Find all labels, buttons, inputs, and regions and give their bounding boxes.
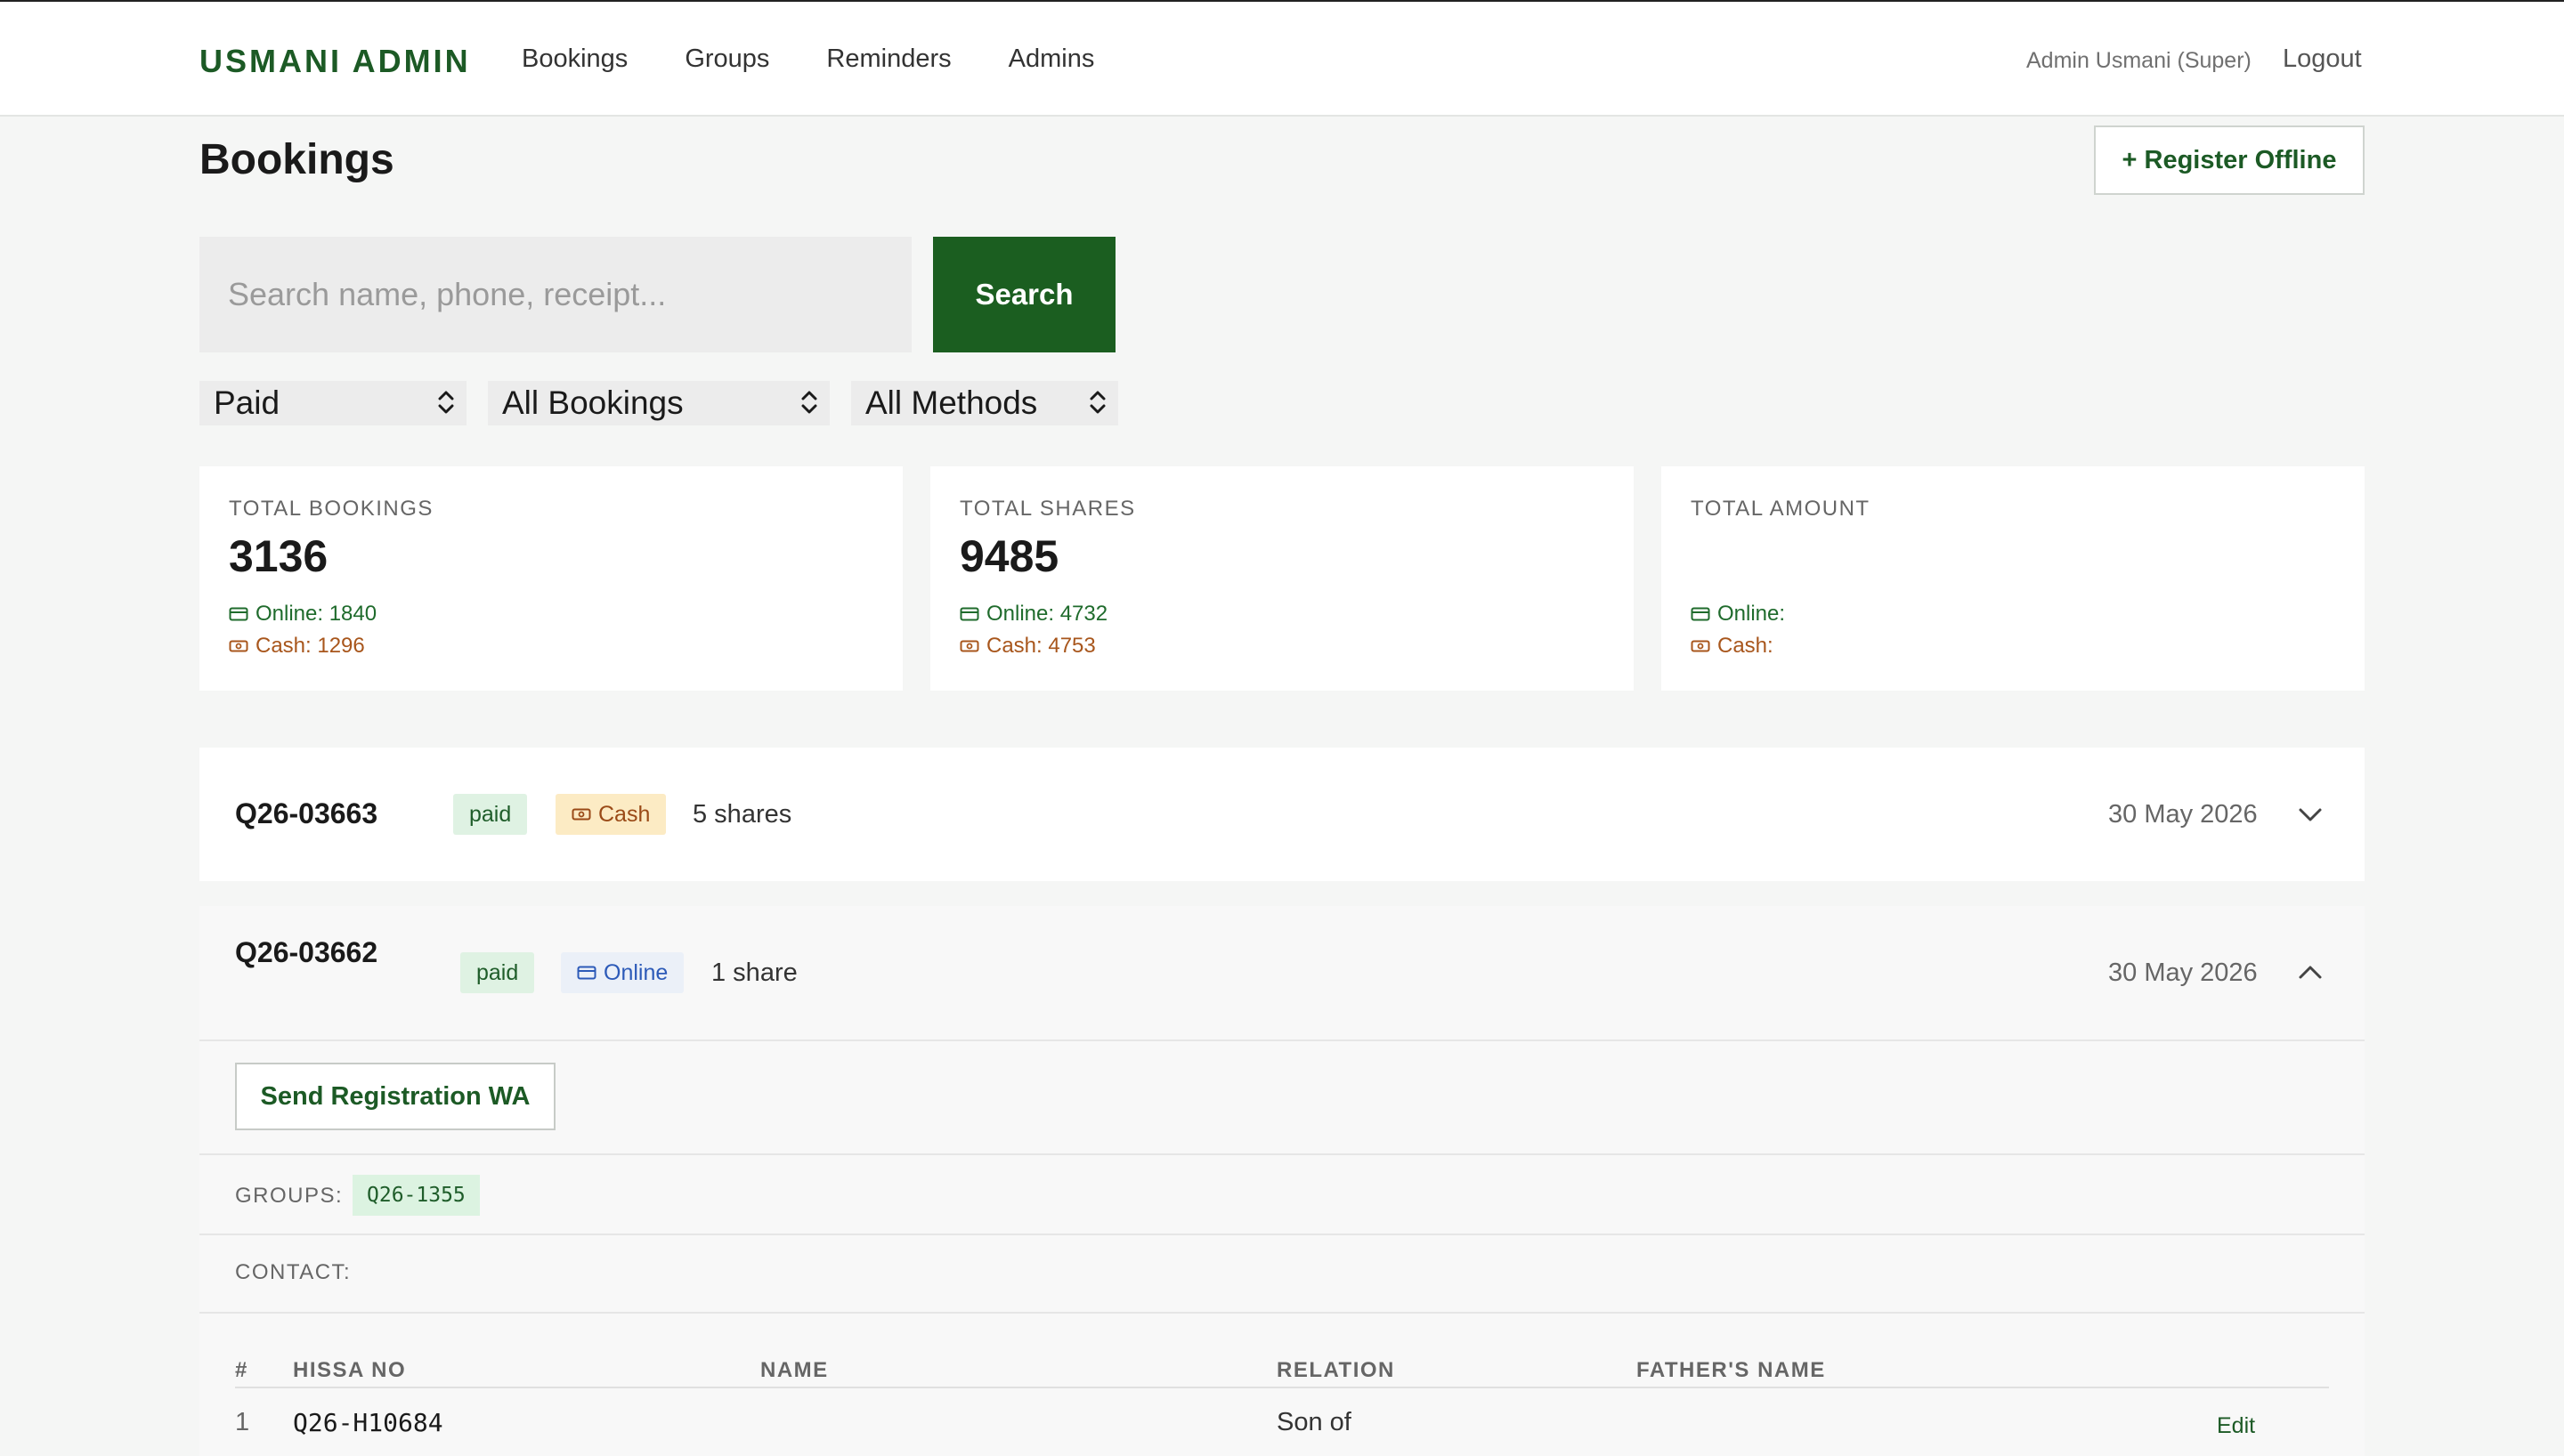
nav-link-groups[interactable]: Groups (685, 44, 769, 74)
card-icon (1691, 607, 1710, 621)
status-filter-select[interactable]: Paid (199, 381, 467, 425)
booking-shares: 1 share (711, 959, 798, 987)
booking-receipt: Q26-03663 (235, 797, 378, 829)
booking-date: 30 May 2026 (2108, 800, 2258, 829)
stat-card-total-amount: TOTAL AMOUNT Online: Cash: (1661, 466, 2365, 691)
register-offline-button[interactable]: + Register Offline (2094, 125, 2365, 195)
booking-shares: 5 shares (693, 800, 792, 829)
card-icon (960, 607, 979, 621)
stat-label: TOTAL AMOUNT (1691, 497, 1870, 521)
stat-cash-line: Cash: 4753 (960, 634, 1096, 659)
divider (199, 1312, 2365, 1314)
booking-date: 30 May 2026 (2108, 959, 2258, 987)
cash-icon (229, 640, 248, 652)
top-navbar: USMANI ADMIN Bookings Groups Reminders A… (0, 0, 2564, 117)
nav-link-admins[interactable]: Admins (1009, 44, 1095, 74)
updown-chevron-icon (1090, 391, 1106, 414)
status-filter-value: Paid (214, 384, 280, 421)
chevron-down-icon[interactable] (2297, 801, 2324, 828)
search-button[interactable]: Search (933, 237, 1116, 352)
hissa-number: Q26-H10684 (293, 1408, 443, 1437)
divider (199, 1039, 2365, 1041)
table-header-divider (235, 1387, 2329, 1388)
method-badge: Cash (556, 794, 667, 835)
brand-logo[interactable]: USMANI ADMIN (199, 43, 471, 80)
stat-label: TOTAL SHARES (960, 497, 1136, 521)
booking-row-expanded: Q26-03662 paid Online 1 share 30 May 202… (199, 906, 2365, 1456)
booking-type-filter-select[interactable]: All Bookings (488, 381, 830, 425)
cash-icon (572, 808, 591, 821)
edit-link[interactable]: Edit (2217, 1413, 2255, 1439)
column-header-name: NAME (760, 1358, 829, 1382)
stat-online-line: Online: 4732 (960, 602, 1108, 627)
send-registration-wa-button[interactable]: Send Registration WA (235, 1063, 556, 1130)
nav-link-bookings[interactable]: Bookings (522, 44, 628, 74)
stat-cash-text: Cash: 1296 (256, 634, 365, 658)
column-header-hissa-no: HISSA NO (293, 1358, 407, 1382)
group-chip[interactable]: Q26-1355 (353, 1175, 480, 1216)
method-badge: Online (561, 952, 685, 993)
nav-links: Bookings Groups Reminders Admins (522, 44, 1094, 74)
stat-value: 3136 (229, 531, 329, 581)
chevron-up-icon[interactable] (2297, 959, 2324, 986)
stat-cash-text: Cash: 4753 (986, 634, 1096, 658)
column-header-fathers-name: FATHER'S NAME (1636, 1358, 1826, 1382)
stat-label: TOTAL BOOKINGS (229, 497, 434, 521)
stat-value: 9485 (960, 531, 1059, 581)
status-badge: paid (453, 794, 528, 835)
column-header-number: # (235, 1358, 248, 1382)
booking-receipt: Q26-03662 (235, 936, 378, 968)
status-badge: paid (460, 952, 535, 993)
stat-online-text: Online: (1717, 602, 1786, 626)
stat-card-total-shares: TOTAL SHARES 9485 Online: 4732 Cash: 475… (930, 466, 1634, 691)
cash-icon (960, 640, 979, 652)
method-badge-label: Cash (598, 801, 651, 827)
contact-label: CONTACT: (235, 1260, 352, 1284)
cash-icon (1691, 640, 1710, 652)
card-icon (229, 607, 248, 621)
stat-online-text: Online: 4732 (986, 602, 1108, 626)
method-filter-value: All Methods (865, 384, 1038, 421)
stat-online-text: Online: 1840 (256, 602, 377, 626)
page-title: Bookings (199, 136, 394, 183)
row-number: 1 (235, 1408, 250, 1436)
stat-online-line: Online: (1691, 602, 1785, 627)
stat-card-total-bookings: TOTAL BOOKINGS 3136 Online: 1840 Cash: 1… (199, 466, 903, 691)
card-icon (577, 966, 596, 980)
search-input[interactable] (199, 237, 912, 352)
booking-row[interactable]: Q26-03663 paid Cash 5 shares 30 May 2026 (199, 748, 2365, 881)
stat-cash-line: Cash: (1691, 634, 1773, 659)
column-header-relation: RELATION (1277, 1358, 1395, 1382)
current-user-label: Admin Usmani (Super) (2026, 48, 2252, 73)
stat-online-line: Online: 1840 (229, 602, 377, 627)
booking-row-header[interactable]: Q26-03662 paid Online 1 share 30 May 202… (199, 906, 2365, 1039)
method-filter-select[interactable]: All Methods (851, 381, 1118, 425)
hissa-relation: Son of (1277, 1408, 1351, 1436)
updown-chevron-icon (801, 391, 817, 414)
divider (199, 1234, 2365, 1235)
booking-type-filter-value: All Bookings (502, 384, 684, 421)
stat-cash-line: Cash: 1296 (229, 634, 365, 659)
logout-link[interactable]: Logout (2283, 44, 2362, 74)
stat-cash-text: Cash: (1717, 634, 1773, 658)
updown-chevron-icon (438, 391, 454, 414)
divider (199, 1153, 2365, 1155)
groups-label: GROUPS: (235, 1184, 344, 1208)
nav-link-reminders[interactable]: Reminders (826, 44, 951, 74)
method-badge-label: Online (604, 959, 669, 985)
